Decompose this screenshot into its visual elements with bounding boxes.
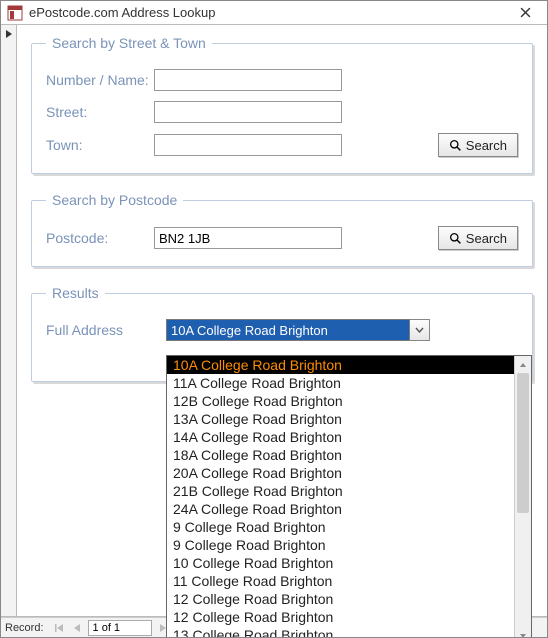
postcode-legend: Search by Postcode: [46, 192, 183, 208]
dropdown-item[interactable]: 20A College Road Brighton: [167, 464, 514, 482]
first-icon: [54, 623, 64, 633]
street-search-button[interactable]: Search: [438, 133, 518, 157]
chevron-down-icon: [415, 327, 424, 333]
record-selector[interactable]: [1, 25, 17, 616]
postcode-search-button[interactable]: Search: [438, 226, 518, 250]
street-search-button-label: Search: [466, 138, 507, 153]
dropdown-list[interactable]: 10A College Road Brighton11A College Roa…: [167, 356, 514, 638]
postcode-group: Search by Postcode Postcode: Search: [31, 192, 533, 267]
town-label: Town:: [46, 137, 154, 153]
titlebar: ePostcode.com Address Lookup: [1, 1, 547, 25]
postcode-input[interactable]: [154, 227, 342, 249]
search-icon: [449, 139, 462, 152]
close-icon: [520, 7, 531, 18]
dropdown-item[interactable]: 12 College Road Brighton: [167, 590, 514, 608]
dropdown-item[interactable]: 12B College Road Brighton: [167, 392, 514, 410]
full-address-combo[interactable]: 10A College Road Brighton: [166, 319, 430, 341]
dropdown-item[interactable]: 9 College Road Brighton: [167, 518, 514, 536]
window-title: ePostcode.com Address Lookup: [29, 5, 507, 20]
close-button[interactable]: [507, 2, 543, 24]
dropdown-scrollbar[interactable]: [514, 356, 531, 638]
postcode-label: Postcode:: [46, 230, 154, 246]
access-app-icon: [7, 5, 23, 21]
town-input[interactable]: [154, 134, 342, 156]
dropdown-item[interactable]: 13A College Road Brighton: [167, 410, 514, 428]
prev-icon: [73, 623, 81, 633]
dropdown-item[interactable]: 9 College Road Brighton: [167, 536, 514, 554]
scroll-up-icon[interactable]: [515, 356, 531, 373]
full-address-selected: 10A College Road Brighton: [166, 319, 410, 341]
scroll-thumb[interactable]: [517, 373, 529, 513]
number-name-input[interactable]: [154, 69, 342, 91]
dropdown-item[interactable]: 11 College Road Brighton: [167, 572, 514, 590]
number-name-label: Number / Name:: [46, 72, 154, 88]
results-legend: Results: [46, 285, 105, 301]
record-nav-label: Record:: [5, 622, 44, 634]
record-pointer-icon: [5, 29, 13, 39]
full-address-label: Full Address: [46, 322, 166, 338]
combo-dropdown-button[interactable]: [410, 319, 430, 341]
dropdown-item[interactable]: 12 College Road Brighton: [167, 608, 514, 626]
street-town-legend: Search by Street & Town: [46, 35, 212, 51]
street-town-group: Search by Street & Town Number / Name: S…: [31, 35, 533, 174]
record-position-input[interactable]: [88, 620, 152, 636]
dropdown-item[interactable]: 10 College Road Brighton: [167, 554, 514, 572]
search-icon: [449, 232, 462, 245]
full-address-dropdown: 10A College Road Brighton11A College Roa…: [166, 355, 532, 638]
street-label: Street:: [46, 104, 154, 120]
dropdown-item[interactable]: 11A College Road Brighton: [167, 374, 514, 392]
street-input[interactable]: [154, 101, 342, 123]
postcode-search-button-label: Search: [466, 231, 507, 246]
dropdown-item[interactable]: 24A College Road Brighton: [167, 500, 514, 518]
dropdown-item[interactable]: 18A College Road Brighton: [167, 446, 514, 464]
body-area: Search by Street & Town Number / Name: S…: [1, 25, 547, 617]
dropdown-item[interactable]: 21B College Road Brighton: [167, 482, 514, 500]
dropdown-item[interactable]: 14A College Road Brighton: [167, 428, 514, 446]
dropdown-item[interactable]: 10A College Road Brighton: [167, 356, 514, 374]
dropdown-item[interactable]: 13 College Road Brighton: [167, 626, 514, 638]
app-window: ePostcode.com Address Lookup Search by S…: [0, 0, 548, 638]
record-prev-button[interactable]: [68, 620, 86, 636]
record-first-button[interactable]: [50, 620, 68, 636]
scroll-down-icon[interactable]: [515, 627, 531, 638]
